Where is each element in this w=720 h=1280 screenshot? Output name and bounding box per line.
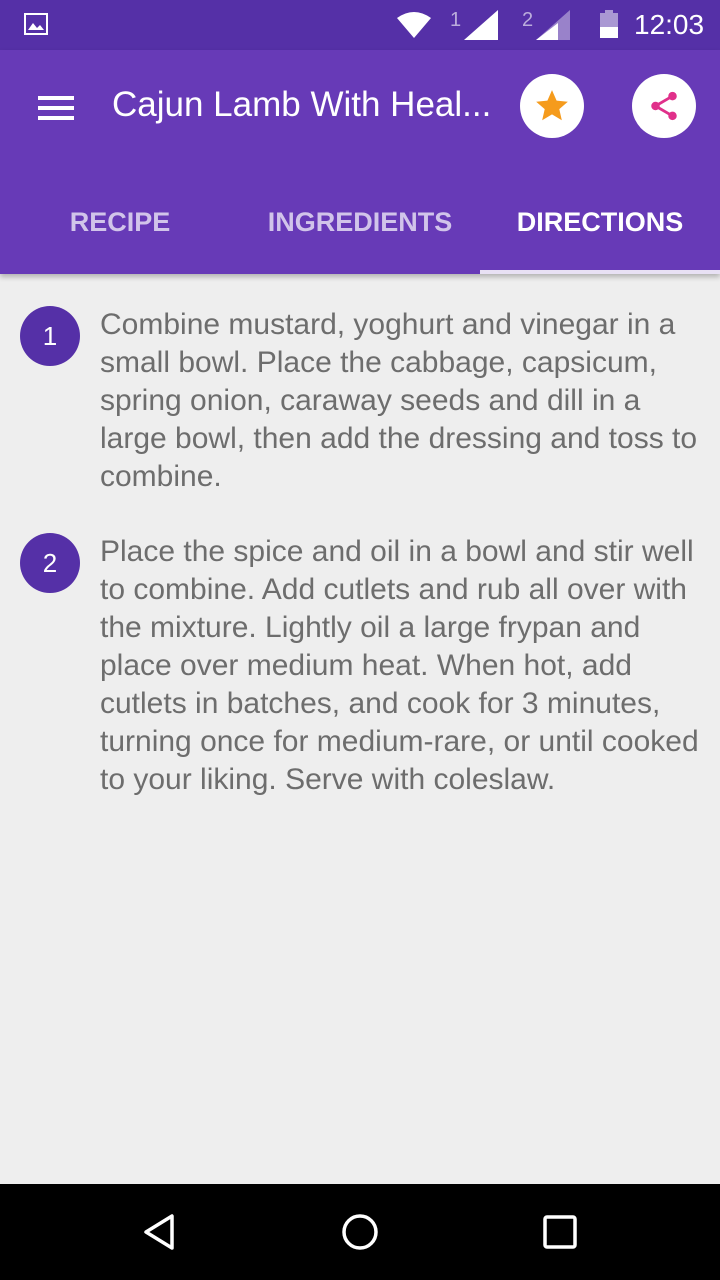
back-button[interactable]: [132, 1204, 188, 1260]
sim2-label: 2: [522, 9, 534, 31]
signal-strength-icon-sim1: [464, 10, 498, 40]
tab-bar: RECIPE INGREDIENTS DIRECTIONS: [0, 170, 720, 274]
clock: 12:03: [634, 9, 705, 40]
hamburger-menu-icon: [38, 96, 74, 100]
hamburger-menu-icon-bar: [38, 106, 74, 110]
signal-strength-icon-sim2: [536, 10, 570, 40]
battery-icon: [600, 10, 618, 38]
menu-button[interactable]: [36, 92, 76, 124]
directions-list: 1 Combine mustard, yoghurt and vinegar i…: [0, 274, 720, 1184]
sim1-label: 1: [450, 9, 462, 31]
wifi-icon: [397, 12, 431, 38]
favorite-button[interactable]: [520, 74, 584, 138]
gallery-notification-icon: [24, 13, 48, 35]
tab-recipe[interactable]: RECIPE: [0, 170, 240, 274]
system-navigation-bar: [0, 1184, 720, 1280]
star-icon: [536, 90, 568, 121]
share-icon: [651, 91, 677, 121]
status-bar: 1 2 12:03: [0, 0, 720, 50]
app-bar: Cajun Lamb With Heal... RECIPE INGREDIEN…: [0, 50, 720, 274]
back-triangle-icon: [144, 1214, 174, 1250]
step-number-badge: 1: [20, 306, 80, 366]
home-button[interactable]: [332, 1204, 388, 1260]
step-text: Place the spice and oil in a bowl and st…: [100, 535, 699, 796]
page-title: Cajun Lamb With Heal...: [112, 85, 492, 124]
step-number-badge: 2: [20, 533, 80, 593]
tab-ingredients[interactable]: INGREDIENTS: [240, 170, 480, 274]
share-button[interactable]: [632, 74, 696, 138]
home-circle-icon: [342, 1214, 378, 1250]
hamburger-menu-icon-bar: [38, 116, 74, 120]
recents-button[interactable]: [532, 1204, 588, 1260]
recents-square-icon: [543, 1215, 577, 1249]
step-text: Combine mustard, yoghurt and vinegar in …: [100, 308, 698, 493]
tab-directions[interactable]: DIRECTIONS: [480, 170, 720, 274]
